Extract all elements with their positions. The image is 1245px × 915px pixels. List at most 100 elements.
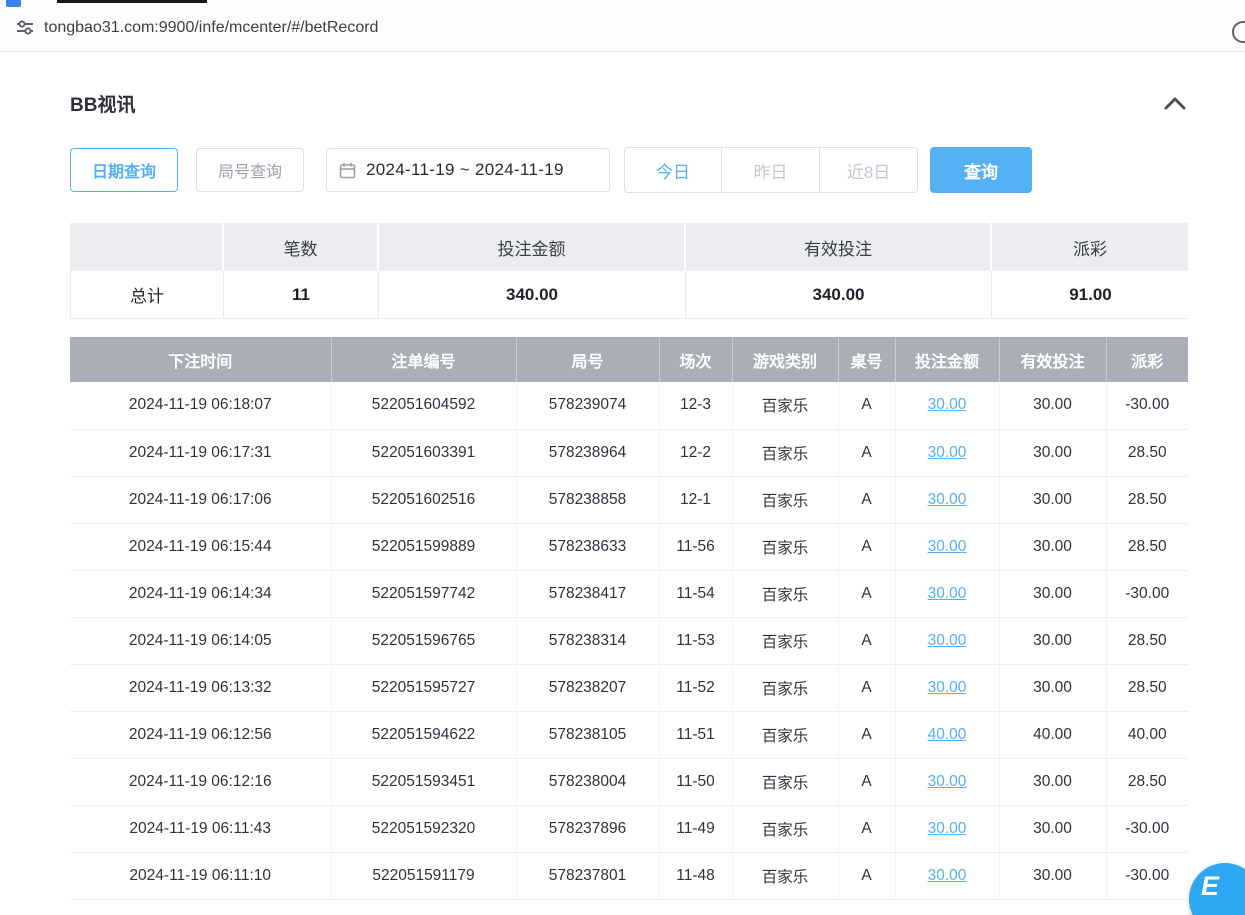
summary-header-row: 笔数 投注金额 有效投注 派彩: [70, 223, 1188, 271]
table-row: 2024-11-19 06:18:07 522051604592 5782390…: [70, 382, 1188, 429]
order-no-cell: 522051595727: [331, 664, 516, 711]
round-no-cell: 578237801: [516, 852, 659, 899]
payout-cell: -30.00: [1106, 570, 1188, 617]
round-no-cell: 578238004: [516, 758, 659, 805]
summary-total-payout: 91.00: [991, 271, 1189, 318]
bet-amount-cell: 30.00: [895, 664, 999, 711]
valid-bet-cell: 30.00: [999, 523, 1106, 570]
bet-amount-link[interactable]: 30.00: [928, 538, 967, 555]
bet-amount-cell: 30.00: [895, 382, 999, 429]
table-no-cell: A: [838, 570, 895, 617]
order-no-cell: 522051604592: [331, 382, 516, 429]
bet-amount-link[interactable]: 30.00: [928, 820, 967, 837]
table-no-cell: A: [838, 382, 895, 429]
bet-amount-link[interactable]: 30.00: [928, 396, 967, 413]
order-no-cell: 522051599889: [331, 523, 516, 570]
col-session: 场次: [659, 337, 732, 382]
bet-amount-cell: 30.00: [895, 617, 999, 664]
round-no-cell: 578238633: [516, 523, 659, 570]
chevron-up-icon[interactable]: [1162, 94, 1188, 114]
col-bet-time: 下注时间: [70, 337, 331, 382]
bet-record-page: BB视讯 日期查询 局号查询 2024-11-19 ~ 2024-11-19 今…: [0, 90, 1245, 900]
session-cell: 11-49: [659, 805, 732, 852]
col-bet-amount: 投注金额: [895, 337, 999, 382]
col-order-no: 注单编号: [331, 337, 516, 382]
table-no-cell: A: [838, 852, 895, 899]
game-type-cell: 百家乐: [732, 758, 838, 805]
date-range-picker[interactable]: 2024-11-19 ~ 2024-11-19: [326, 148, 610, 192]
col-table-no: 桌号: [838, 337, 895, 382]
bet-amount-link[interactable]: 30.00: [928, 867, 967, 884]
bet-amount-link[interactable]: 30.00: [928, 585, 967, 602]
summary-header-payout: 派彩: [990, 223, 1188, 271]
round-no-cell: 578237896: [516, 805, 659, 852]
bet-amount-cell: 30.00: [895, 852, 999, 899]
customer-service-icon: E: [1201, 871, 1219, 902]
calendar-icon: [339, 162, 356, 179]
address-bar-url[interactable]: tongbao31.com:9900/infe/mcenter/#/betRec…: [44, 0, 378, 52]
bet-time-cell: 2024-11-19 06:17:31: [70, 429, 331, 476]
table-header-row: 下注时间 注单编号 局号 场次 游戏类别 桌号 投注金额 有效投注 派彩: [70, 337, 1188, 382]
date-query-tab[interactable]: 日期查询: [70, 148, 178, 192]
col-payout: 派彩: [1106, 337, 1188, 382]
table-row: 2024-11-19 06:11:43 522051592320 5782378…: [70, 805, 1188, 852]
bet-amount-link[interactable]: 30.00: [928, 679, 967, 696]
game-type-cell: 百家乐: [732, 429, 838, 476]
bet-amount-link[interactable]: 30.00: [928, 444, 967, 461]
payout-cell: 28.50: [1106, 429, 1188, 476]
round-no-cell: 578239074: [516, 382, 659, 429]
payout-cell: 28.50: [1106, 758, 1188, 805]
col-game-type: 游戏类别: [732, 337, 838, 382]
round-no-cell: 578238964: [516, 429, 659, 476]
session-cell: 11-56: [659, 523, 732, 570]
page-title: BB视讯: [70, 90, 135, 117]
valid-bet-cell: 30.00: [999, 382, 1106, 429]
bet-time-cell: 2024-11-19 06:12:56: [70, 711, 331, 758]
bet-amount-link[interactable]: 40.00: [928, 726, 967, 743]
table-no-cell: A: [838, 617, 895, 664]
quick-btn-today[interactable]: 今日: [624, 147, 722, 193]
order-no-cell: 522051597742: [331, 570, 516, 617]
summary-total-bet: 340.00: [378, 271, 685, 318]
quick-date-group: 今日 昨日 近8日: [624, 147, 918, 193]
round-no-cell: 578238207: [516, 664, 659, 711]
payout-cell: -30.00: [1106, 382, 1188, 429]
bet-amount-cell: 40.00: [895, 711, 999, 758]
valid-bet-cell: 30.00: [999, 570, 1106, 617]
session-cell: 12-1: [659, 476, 732, 523]
summary-header-valid: 有效投注: [684, 223, 990, 271]
quick-btn-last8days[interactable]: 近8日: [820, 147, 918, 193]
table-row: 2024-11-19 06:12:56 522051594622 5782381…: [70, 711, 1188, 758]
game-type-cell: 百家乐: [732, 711, 838, 758]
col-round-no: 局号: [516, 337, 659, 382]
payout-cell: 28.50: [1106, 664, 1188, 711]
quick-btn-yesterday[interactable]: 昨日: [722, 147, 820, 193]
round-no-cell: 578238314: [516, 617, 659, 664]
table-row: 2024-11-19 06:13:32 522051595727 5782382…: [70, 664, 1188, 711]
game-type-cell: 百家乐: [732, 476, 838, 523]
game-type-cell: 百家乐: [732, 570, 838, 617]
extension-icon[interactable]: [1232, 21, 1245, 43]
game-type-cell: 百家乐: [732, 382, 838, 429]
table-no-cell: A: [838, 711, 895, 758]
session-cell: 11-54: [659, 570, 732, 617]
bet-amount-cell: 30.00: [895, 570, 999, 617]
session-cell: 12-2: [659, 429, 732, 476]
bet-amount-cell: 30.00: [895, 758, 999, 805]
session-cell: 11-53: [659, 617, 732, 664]
payout-cell: 28.50: [1106, 617, 1188, 664]
site-settings-icon[interactable]: [14, 16, 36, 38]
valid-bet-cell: 30.00: [999, 429, 1106, 476]
game-type-cell: 百家乐: [732, 852, 838, 899]
round-query-tab[interactable]: 局号查询: [196, 148, 304, 192]
bet-time-cell: 2024-11-19 06:15:44: [70, 523, 331, 570]
order-no-cell: 522051602516: [331, 476, 516, 523]
bet-amount-link[interactable]: 30.00: [928, 491, 967, 508]
bet-time-cell: 2024-11-19 06:14:34: [70, 570, 331, 617]
bet-amount-link[interactable]: 30.00: [928, 632, 967, 649]
bet-time-cell: 2024-11-19 06:17:06: [70, 476, 331, 523]
bet-amount-link[interactable]: 30.00: [928, 773, 967, 790]
search-button[interactable]: 查询: [930, 147, 1032, 193]
browser-url-bar: tongbao31.com:9900/infe/mcenter/#/betRec…: [0, 0, 1245, 52]
summary-header-count: 笔数: [222, 223, 377, 271]
